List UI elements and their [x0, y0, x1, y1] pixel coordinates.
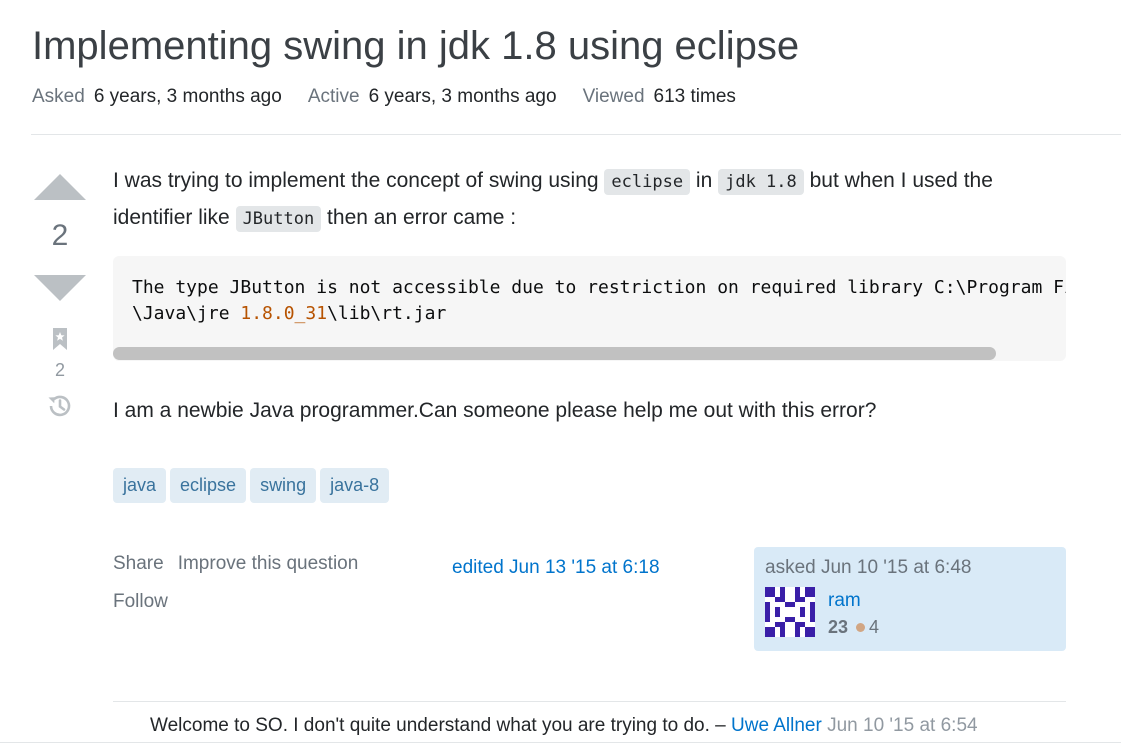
meta-viewed-value: 613 times	[653, 86, 736, 107]
code-text: \lib\rt.jar	[327, 303, 447, 324]
horizontal-scrollbar[interactable]	[113, 347, 996, 360]
inline-code: JButton	[235, 206, 322, 232]
comment: Welcome to SO. I don't quite understand …	[150, 713, 978, 739]
owner-card: asked Jun 10 '15 at 6:48 ram 23 4	[754, 547, 1066, 651]
bookmark-count: 2	[54, 360, 65, 380]
code-line: The type JButton is not accessible due t…	[132, 277, 1066, 298]
comment-user-link[interactable]: Uwe Allner	[731, 715, 822, 736]
history-icon[interactable]	[45, 391, 75, 421]
tag-eclipse[interactable]: eclipse	[170, 468, 247, 503]
post-text: then an error came :	[321, 206, 517, 229]
tag-list: java eclipse swing java-8	[113, 468, 390, 503]
tag-swing[interactable]: swing	[250, 468, 317, 503]
meta-asked-label: Asked	[32, 86, 85, 107]
meta-viewed-label: Viewed	[582, 86, 645, 107]
user-avatar[interactable]	[765, 587, 815, 637]
reputation-score: 23	[828, 617, 849, 637]
post-menu-row: Share Improve this question	[113, 551, 358, 577]
code-number: 1.8.0_31	[240, 303, 328, 324]
code-block: The type JButton is not accessible due t…	[113, 256, 1066, 361]
edited-link[interactable]: edited Jun 13 '15 at 6:18	[452, 555, 660, 581]
tag-java[interactable]: java	[113, 468, 167, 503]
asked-timestamp: asked Jun 10 '15 at 6:48	[765, 557, 972, 578]
comment-text: Welcome to SO. I don't quite understand …	[150, 715, 731, 736]
meta-asked: Asked 6 years, 3 months ago	[32, 84, 282, 110]
post-paragraph-2: I am a newbie Java programmer.Can someon…	[113, 399, 877, 422]
post-text: I was trying to implement the concept of…	[113, 169, 605, 192]
meta-asked-value[interactable]: 6 years, 3 months ago	[94, 84, 282, 110]
follow-link[interactable]: Follow	[113, 589, 168, 615]
comment-date[interactable]: Jun 10 '15 at 6:54	[827, 715, 977, 736]
meta-active: Active 6 years, 3 months ago	[308, 84, 557, 110]
bookmark-icon[interactable]	[51, 327, 69, 351]
question-page: Implementing swing in jdk 1.8 using ecli…	[0, 0, 1121, 747]
question-meta: Asked 6 years, 3 months ago Active 6 yea…	[32, 84, 736, 110]
code-text: \Java\jre	[132, 303, 241, 324]
meta-viewed: Viewed 613 times	[583, 84, 736, 110]
inline-code: eclipse	[604, 169, 691, 195]
post-menu: Share Improve this question Follow	[113, 551, 358, 627]
upvote-arrow-icon[interactable]	[34, 174, 86, 200]
bronze-badge-icon	[856, 622, 866, 632]
post-paragraph-1: I was trying to implement the concept of…	[113, 163, 1073, 237]
meta-active-value[interactable]: 6 years, 3 months ago	[369, 84, 557, 110]
inline-code: jdk 1.8	[718, 169, 804, 195]
downvote-arrow-icon[interactable]	[34, 275, 86, 301]
meta-active-label: Active	[307, 86, 360, 107]
vote-column: 2 2	[30, 174, 90, 421]
question-title[interactable]: Implementing swing in jdk 1.8 using ecli…	[32, 20, 799, 72]
header-divider	[31, 134, 1121, 135]
code-content: The type JButton is not accessible due t…	[132, 275, 1066, 327]
comments-divider	[113, 701, 1066, 702]
improve-question-link[interactable]: Improve this question	[178, 551, 359, 577]
reputation-line: 23 4	[828, 614, 879, 640]
vote-count: 2	[51, 219, 69, 252]
bottom-divider	[0, 742, 1121, 743]
share-link[interactable]: Share	[113, 551, 164, 577]
post-body: I was trying to implement the concept of…	[113, 163, 1073, 237]
owner-username[interactable]: ram	[828, 588, 861, 614]
tag-java-8[interactable]: java-8	[320, 468, 390, 503]
post-text: in	[690, 169, 719, 192]
bronze-badge-count: 4	[869, 617, 880, 637]
post-menu-row: Follow	[113, 589, 358, 615]
